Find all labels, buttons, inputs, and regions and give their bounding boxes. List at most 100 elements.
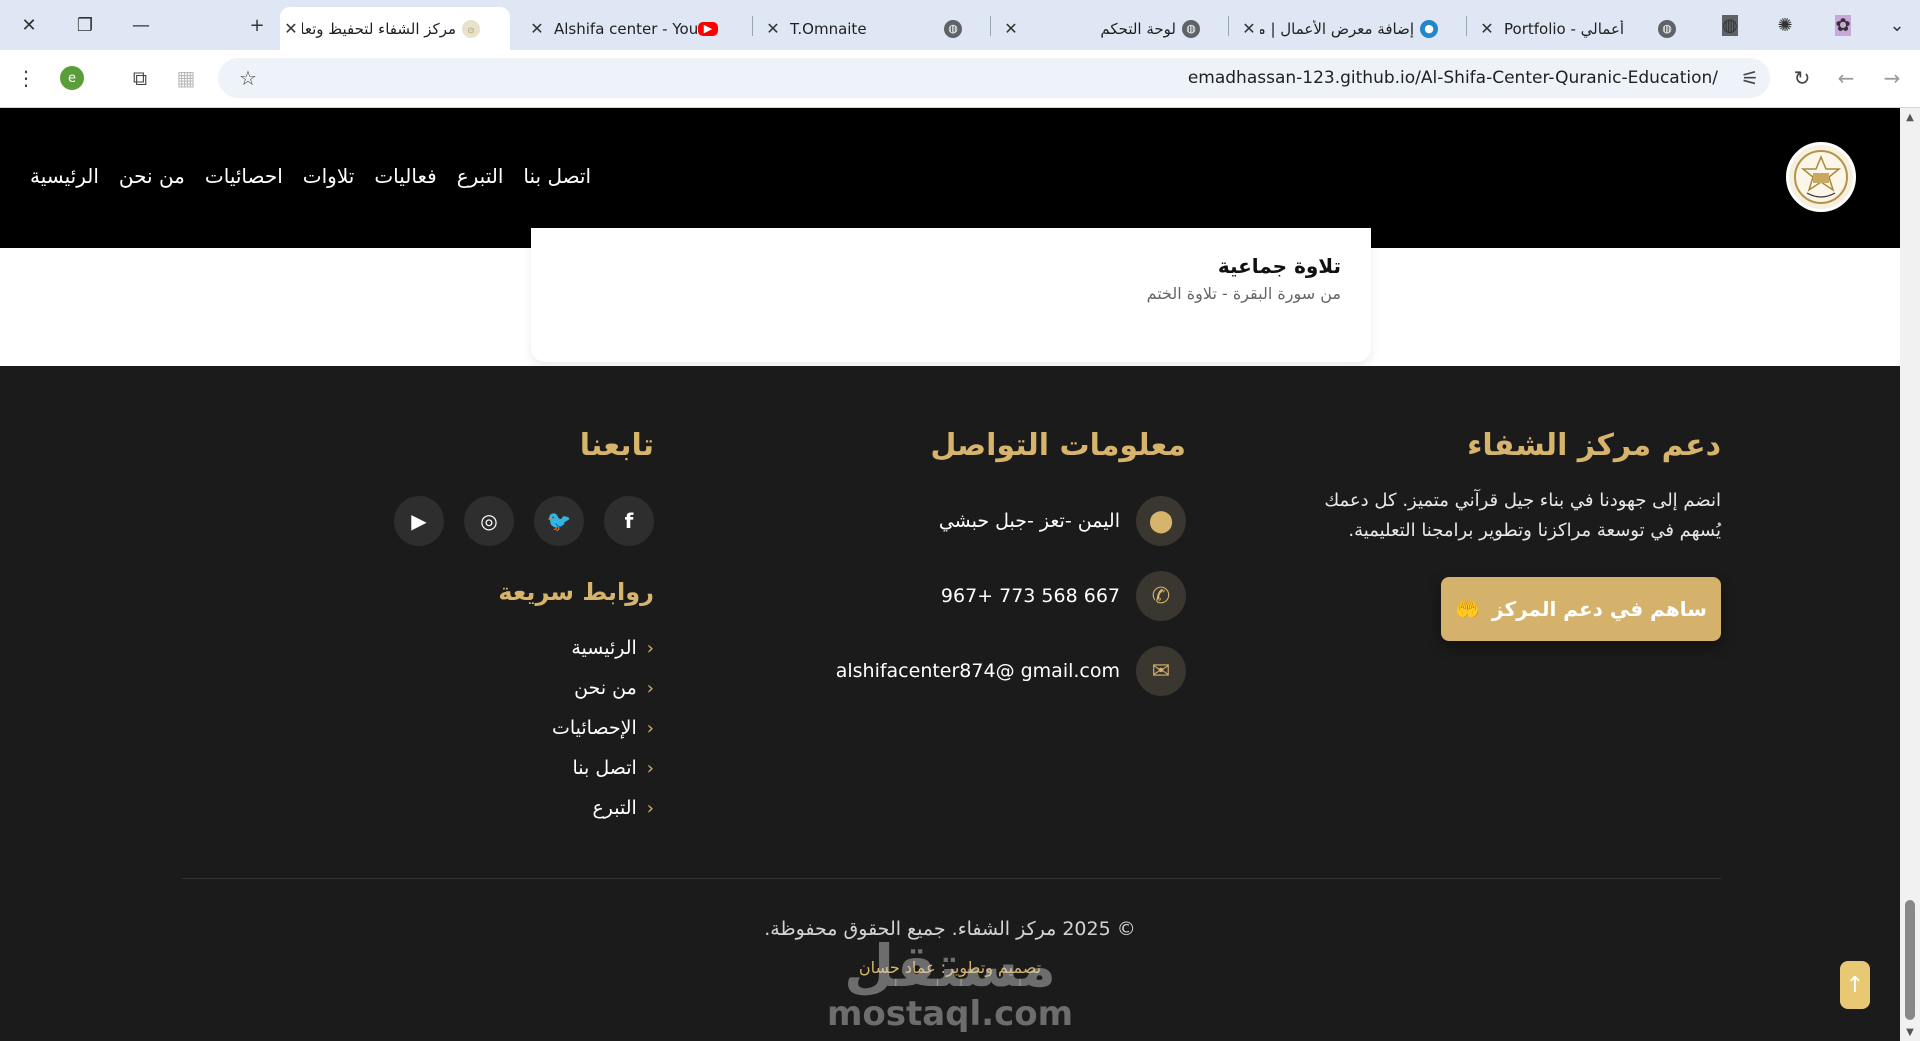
omnibox[interactable]: ☆ emadhassan-123.github.io/Al-Shifa-Cent… (218, 58, 1770, 98)
tab-title: إضافة معرض الأعمال | مستقل (1260, 19, 1414, 38)
location-pin-icon: ⬤ (1136, 496, 1186, 546)
tab-title: Alshifa center - YouTube (554, 19, 698, 38)
youtube-icon: ▶ (698, 21, 718, 36)
tab-close-icon[interactable]: ✕ (1238, 19, 1260, 38)
url-text[interactable]: emadhassan-123.github.io/Al-Shifa-Center… (1188, 68, 1718, 88)
phone-text[interactable]: 967+ 773 568 667 (941, 585, 1120, 607)
menu-icon[interactable]: ⋮ (10, 62, 42, 94)
quick-link-label: الإحصائيات (551, 717, 637, 739)
phone-icon: ✆ (1136, 571, 1186, 621)
tab-title: لوحة التحكم (1100, 19, 1176, 38)
new-tab-icon[interactable]: + (234, 0, 280, 50)
tab-close-icon[interactable]: ✕ (1000, 19, 1022, 38)
social-links: ▶ ◎ 🐦 f (394, 496, 654, 546)
event-card: تلاوة جماعية من سورة البقرة - تلاوة الخت… (531, 228, 1371, 362)
support-button-label: ساهم في دعم المركز (1492, 597, 1707, 621)
tab-portfolio[interactable]: ✕ Portfolio - أعمالي ◍ (1476, 7, 1696, 50)
contact-email[interactable]: ✉ alshifacenter874@ gmail.com (836, 646, 1186, 696)
tab-separator (1466, 16, 1467, 36)
tab-separator (1228, 16, 1229, 36)
site-header: الرئيسية من نحن احصائيات تلاوات فعاليات … (0, 108, 1900, 248)
globe-icon: ◍ (1658, 19, 1676, 38)
tab-title: T.Omnaite (790, 19, 867, 38)
extension-icon[interactable]: ▦ (170, 62, 202, 94)
support-text: انضم إلى جهودنا في بناء جيل قرآني متميز.… (1324, 490, 1721, 541)
tab-search-icon[interactable]: ⌄ (1874, 0, 1920, 50)
back-to-top-button[interactable]: ↑ (1840, 961, 1870, 1009)
site-footer: دعم مركز الشفاء انضم إلى جهودنا في بناء … (0, 366, 1900, 1041)
nav-donate[interactable]: التبرع (457, 164, 504, 188)
browser-tab-bar: ✕ ❐ — + ✕ مركز الشفاء لتحفيظ وتعليم ۞ ✕ … (0, 0, 1920, 50)
facebook-icon[interactable]: f (604, 496, 654, 546)
nav-recitations[interactable]: تلاوات (303, 164, 355, 188)
tab-alshifa[interactable]: ✕ مركز الشفاء لتحفيظ وتعليم ۞ (280, 7, 510, 50)
back-icon[interactable]: ← (1830, 62, 1862, 94)
tab-omnaite[interactable]: ✕ T.Omnaite ◍ (762, 7, 982, 50)
restore-window-icon[interactable]: ❐ (62, 0, 108, 50)
nav-contact[interactable]: اتصل بنا (523, 164, 591, 188)
quick-link-label: اتصل بنا (572, 757, 637, 779)
contact-phone[interactable]: ✆ 967+ 773 568 667 (941, 571, 1186, 621)
minimize-window-icon[interactable]: — (118, 0, 164, 50)
mostaql-watermark: مستقل mostaql.com (820, 936, 1080, 1032)
address-bar: ⋮ e ⧉ ▦ ☆ emadhassan-123.github.io/Al-Sh… (0, 50, 1920, 108)
globe-icon: ◍ (944, 19, 962, 38)
tab-dashboard[interactable]: ✕ لوحة التحكم ◍ (1000, 7, 1220, 50)
quick-link-stats[interactable]: ‹ الإحصائيات (552, 708, 654, 748)
tab-youtube[interactable]: ✕ Alshifa center - YouTube ▶ (526, 7, 746, 50)
envelope-icon: ✉ (1136, 646, 1186, 696)
forward-icon[interactable]: → (1876, 62, 1908, 94)
youtube-icon[interactable]: ▶ (394, 496, 444, 546)
reload-icon[interactable]: ↻ (1786, 62, 1818, 94)
tab-close-icon[interactable]: ✕ (1476, 19, 1498, 38)
globe-icon[interactable]: ◍ (1707, 0, 1753, 50)
scroll-up-icon[interactable]: ▲ (1900, 108, 1920, 126)
nav-home[interactable]: الرئيسية (30, 164, 99, 188)
events-section: تلاوة جماعية من سورة البقرة - تلاوة الخت… (0, 228, 1900, 366)
site-logo[interactable] (1786, 142, 1856, 212)
quick-link-about[interactable]: ‹ من نحن (552, 668, 654, 708)
scroll-down-icon[interactable]: ▼ (1900, 1023, 1920, 1041)
extensions-icon[interactable]: ⧉ (124, 62, 156, 94)
contact-address: ⬤ اليمن -تعز -جبل حبشي (939, 496, 1186, 546)
nav-events[interactable]: فعاليات (374, 164, 436, 188)
support-heading: دعم مركز الشفاء (1467, 428, 1721, 463)
quick-link-donate[interactable]: ‹ التبرع (552, 788, 654, 828)
twitter-icon[interactable]: 🐦 (534, 496, 584, 546)
tab-close-icon[interactable]: ✕ (762, 19, 784, 38)
site-settings-icon[interactable]: ⚟ (1734, 62, 1766, 94)
nav-stats[interactable]: احصائيات (205, 164, 283, 188)
chevron-left-icon: ‹ (646, 637, 654, 659)
address-text: اليمن -تعز -جبل حبشي (938, 510, 1120, 532)
email-text[interactable]: alshifacenter874@ gmail.com (836, 660, 1120, 682)
bookmark-star-icon[interactable]: ☆ (232, 62, 264, 94)
tab-separator (990, 16, 991, 36)
page-scrollbar[interactable]: ▲ ▼ (1900, 108, 1920, 1041)
tab-mostaql[interactable]: ✕ إضافة معرض الأعمال | مستقل ● (1238, 7, 1458, 50)
avatar[interactable]: e (56, 62, 88, 94)
globe-icon: ◍ (1182, 19, 1200, 38)
scrollbar-thumb[interactable] (1905, 900, 1915, 1020)
quick-links-heading: روابط سريعة (498, 578, 654, 606)
footer-divider (182, 878, 1721, 879)
profile-tab-icon[interactable]: ✿ (1820, 0, 1866, 50)
quick-links-list: ‹ الرئيسية ‹ من نحن ‹ الإحصائيات ‹ اتصل بنا … (552, 628, 654, 828)
tab-separator (752, 16, 753, 36)
instagram-icon[interactable]: ◎ (464, 496, 514, 546)
chatgpt-icon[interactable]: ✺ (1762, 0, 1808, 50)
tab-close-icon[interactable]: ✕ (526, 19, 548, 38)
quick-link-label: الرئيسية (571, 637, 637, 659)
site-favicon-icon: ۞ (462, 19, 480, 38)
event-subtitle: من سورة البقرة - تلاوة الختم (1146, 284, 1341, 303)
watermark-english: mostaql.com (826, 994, 1074, 1034)
quick-link-contact[interactable]: ‹ اتصل بنا (552, 748, 655, 788)
support-center-button[interactable]: ساهم في دعم المركز 🤲 (1441, 577, 1721, 641)
event-title: تلاوة جماعية (1217, 254, 1341, 278)
quick-link-label: التبرع (592, 797, 637, 819)
nav-about[interactable]: من نحن (119, 164, 185, 188)
close-window-icon[interactable]: ✕ (6, 0, 52, 50)
arrow-up-icon: ↑ (1845, 972, 1865, 998)
quick-link-home[interactable]: ‹ الرئيسية (552, 628, 654, 668)
tab-close-icon[interactable]: ✕ (280, 19, 302, 38)
quick-link-label: من نحن (574, 677, 637, 699)
